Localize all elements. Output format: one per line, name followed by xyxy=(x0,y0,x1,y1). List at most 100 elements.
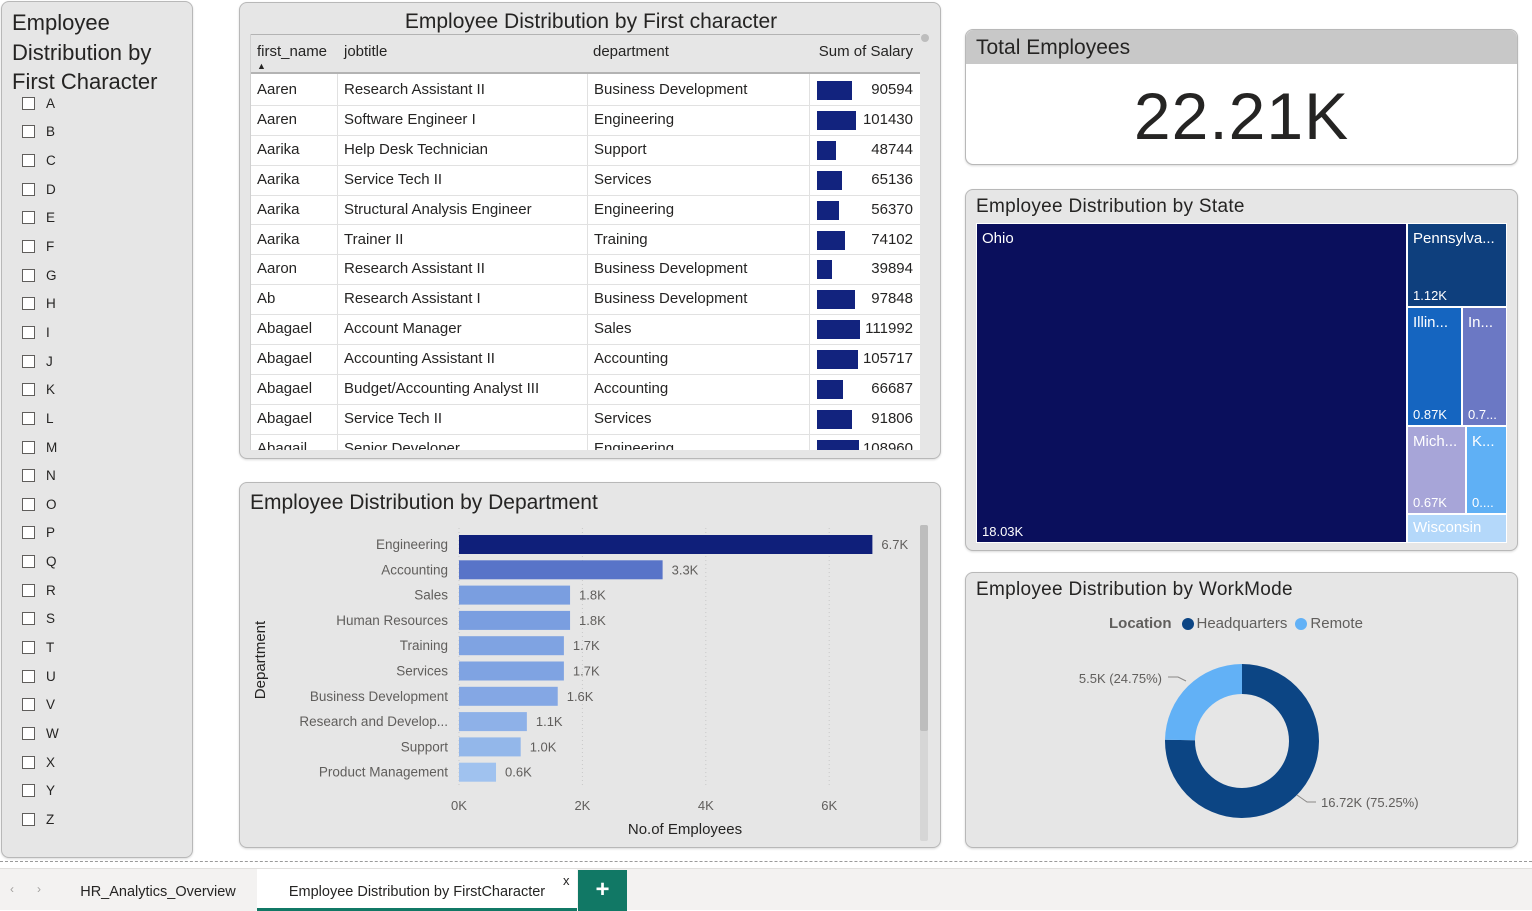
checkbox[interactable] xyxy=(22,469,35,483)
column-header-jobtitle[interactable]: jobtitle xyxy=(344,43,387,60)
treemap-tile-mich[interactable]: Mich... 0.67K xyxy=(1407,426,1466,514)
close-tab-icon[interactable]: x xyxy=(563,873,570,888)
table-row[interactable]: Aarika Trainer II Training 74102 xyxy=(251,226,920,256)
checkbox[interactable] xyxy=(22,555,35,569)
column-header-department[interactable]: department xyxy=(593,43,669,60)
table-row[interactable]: Aaren Research Assistant II Business Devel… xyxy=(251,76,920,106)
checkbox[interactable] xyxy=(22,383,35,397)
slicer-item-w[interactable]: W xyxy=(22,719,59,748)
slicer-item-j[interactable]: J xyxy=(22,347,59,376)
bar-human-resources[interactable] xyxy=(459,610,571,630)
checkbox[interactable] xyxy=(22,784,35,798)
slicer-item-p[interactable]: P xyxy=(22,519,59,548)
column-header-first-name[interactable]: first_name xyxy=(257,43,327,60)
slicer-item-l[interactable]: L xyxy=(22,404,59,433)
table-row[interactable]: Abagael Service Tech II Services 91806 xyxy=(251,405,920,435)
checkbox[interactable] xyxy=(22,698,35,712)
treemap-tile-pennsylva[interactable]: Pennsylva... 1.12K xyxy=(1407,223,1507,307)
bar-sales[interactable] xyxy=(459,585,571,605)
slicer-item-v[interactable]: V xyxy=(22,690,59,719)
table-row[interactable]: Abagael Budget/Accounting Analyst III Acco… xyxy=(251,375,920,405)
slicer-item-c[interactable]: C xyxy=(22,146,59,175)
slicer-item-h[interactable]: H xyxy=(22,289,59,318)
table-row[interactable]: Abagael Account Manager Sales 111992 xyxy=(251,315,920,346)
checkbox[interactable] xyxy=(22,325,35,339)
table-row[interactable]: Abagail Senior Developer Engineering 108960 xyxy=(251,435,920,450)
cell-jobtitle: Budget/Accounting Analyst III xyxy=(344,380,540,397)
slicer-item-o[interactable]: O xyxy=(22,490,59,519)
checkbox[interactable] xyxy=(22,526,35,540)
slicer-item-k[interactable]: K xyxy=(22,375,59,404)
treemap-tile-wisconsin[interactable]: Wisconsin xyxy=(1407,514,1507,543)
slicer-item-q[interactable]: Q xyxy=(22,547,59,576)
slicer-item-i[interactable]: I xyxy=(22,318,59,347)
table-row[interactable]: Aarika Structural Analysis Engineer Engine… xyxy=(251,196,920,226)
treemap-tile-in[interactable]: In... 0.7... xyxy=(1462,307,1507,426)
slicer-item-b[interactable]: B xyxy=(22,118,59,147)
next-page-icon[interactable]: › xyxy=(37,882,41,896)
slicer-item-r[interactable]: R xyxy=(22,576,59,605)
treemap-tile-illin[interactable]: Illin... 0.87K xyxy=(1407,307,1462,426)
slicer-item-u[interactable]: U xyxy=(22,662,59,691)
slicer-item-f[interactable]: F xyxy=(22,232,59,261)
checkbox[interactable] xyxy=(22,268,35,282)
bar-services[interactable] xyxy=(459,661,564,681)
treemap-tile-k[interactable]: K... 0.... xyxy=(1466,426,1507,514)
checkbox[interactable] xyxy=(22,211,35,225)
tab-hr-analytics-overview[interactable]: HR_Analytics_Overview xyxy=(60,869,256,911)
add-page-button[interactable]: + xyxy=(578,870,627,911)
checkbox[interactable] xyxy=(22,297,35,311)
slicer-item-a[interactable]: A xyxy=(22,89,59,118)
table-row[interactable]: Aarika Help Desk Technician Support 48744 xyxy=(251,136,920,166)
checkbox[interactable] xyxy=(22,583,35,597)
table-row[interactable]: Abagael Accounting Assistant II Accounting… xyxy=(251,345,920,375)
checkbox[interactable] xyxy=(22,240,35,254)
checkbox[interactable] xyxy=(22,411,35,425)
cell-department: Business Development xyxy=(594,81,748,98)
table-row[interactable]: Aaron Research Assistant II Business Devel… xyxy=(251,255,920,286)
bar-training[interactable] xyxy=(459,636,564,656)
x-tick-label: 6K xyxy=(821,798,837,813)
bar-product-management[interactable] xyxy=(459,762,497,782)
checkbox[interactable] xyxy=(22,497,35,511)
checkbox[interactable] xyxy=(22,755,35,769)
bar-support[interactable] xyxy=(459,737,521,757)
table-scrollbar[interactable] xyxy=(921,34,929,42)
treemap-tile-ohio[interactable]: Ohio 18.03K xyxy=(976,223,1407,543)
bar-accounting[interactable] xyxy=(459,560,663,580)
prev-page-icon[interactable]: ‹ xyxy=(10,882,14,896)
category-label: Human Resources xyxy=(336,613,448,628)
table-row[interactable]: Aaren Software Engineer I Engineering 10143… xyxy=(251,106,920,136)
checkbox[interactable] xyxy=(22,440,35,454)
checkbox[interactable] xyxy=(22,154,35,168)
slicer-item-s[interactable]: S xyxy=(22,605,59,634)
checkbox[interactable] xyxy=(22,726,35,740)
checkbox[interactable] xyxy=(22,354,35,368)
slicer-item-y[interactable]: Y xyxy=(22,776,59,805)
slicer-item-x[interactable]: X xyxy=(22,748,59,777)
bar-research-and-develop[interactable] xyxy=(459,712,527,732)
slicer-item-g[interactable]: G xyxy=(22,261,59,290)
cell-salary: 97848 xyxy=(871,290,913,308)
checkbox[interactable] xyxy=(22,182,35,196)
checkbox[interactable] xyxy=(22,812,35,826)
bar-business-development[interactable] xyxy=(459,686,558,706)
table-row[interactable]: Ab Research Assistant I Business Developme… xyxy=(251,285,920,316)
checkbox[interactable] xyxy=(22,669,35,683)
slicer-item-z[interactable]: Z xyxy=(22,805,59,834)
slicer-item-n[interactable]: N xyxy=(22,461,59,490)
tab-employee-distribution[interactable]: Employee Distribution by FirstCharacter xyxy=(257,869,577,911)
slicer-item-e[interactable]: E xyxy=(22,204,59,233)
checkbox[interactable] xyxy=(22,96,35,110)
slicer-item-m[interactable]: M xyxy=(22,433,59,462)
checkbox[interactable] xyxy=(22,640,35,654)
slicer-item-t[interactable]: T xyxy=(22,633,59,662)
column-header-salary[interactable]: Sum of Salary xyxy=(819,43,913,60)
bar-engineering[interactable] xyxy=(459,535,873,554)
table-row[interactable]: Aarika Service Tech II Services 65136 xyxy=(251,166,920,196)
employee-table[interactable]: first_name ▲ jobtitle department Sum of … xyxy=(250,34,920,450)
checkbox[interactable] xyxy=(22,612,35,626)
slicer-item-d[interactable]: D xyxy=(22,175,59,204)
donut-slice-remote[interactable] xyxy=(1165,664,1242,741)
checkbox[interactable] xyxy=(22,125,35,139)
